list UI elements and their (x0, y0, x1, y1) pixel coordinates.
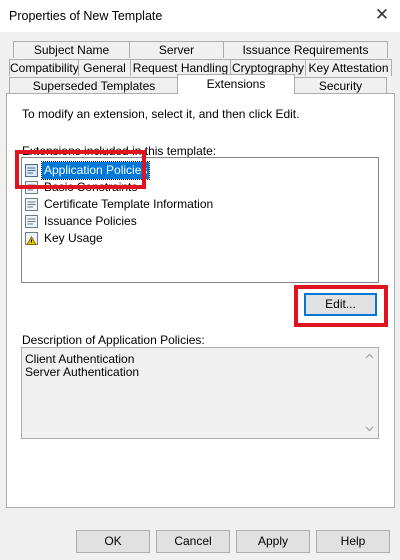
tab-subject-name[interactable]: Subject Name (13, 41, 130, 58)
list-item-label: Key Usage (44, 231, 103, 245)
ok-button[interactable]: OK (76, 530, 150, 553)
highlight-box-edit (294, 285, 388, 327)
tab-security[interactable]: Security (294, 77, 387, 94)
description-line: Client Authentication (25, 352, 135, 366)
cancel-button[interactable]: Cancel (156, 530, 230, 553)
close-icon[interactable]: ✕ (364, 0, 400, 32)
tab-general[interactable]: General (78, 59, 131, 76)
description-box: Client Authentication Server Authenticat… (21, 347, 379, 439)
apply-button[interactable]: Apply (236, 530, 310, 553)
highlight-box-extension (15, 150, 146, 189)
certificate-icon (25, 198, 38, 211)
scroll-up-icon[interactable] (365, 353, 374, 359)
list-item-label: Issuance Policies (44, 214, 137, 228)
description-scrollbar[interactable] (361, 348, 378, 438)
description-label: Description of Application Policies: (22, 333, 205, 347)
help-button[interactable]: Help (316, 530, 390, 553)
tab-issuance-requirements[interactable]: Issuance Requirements (223, 41, 388, 58)
tab-key-attestation[interactable]: Key Attestation (305, 59, 392, 76)
warning-certificate-icon (25, 232, 38, 245)
instruction-text: To modify an extension, select it, and t… (22, 107, 300, 121)
apply-button-label: Apply (257, 534, 289, 548)
help-button-label: Help (340, 534, 366, 548)
tab-server[interactable]: Server (129, 41, 224, 58)
title-bar: Properties of New Template ✕ (0, 0, 400, 32)
list-item-label: Certificate Template Information (44, 197, 214, 211)
certificate-icon (25, 215, 38, 228)
tab-superseded-templates[interactable]: Superseded Templates (9, 77, 179, 94)
tab-compatibility[interactable]: Compatibility (9, 59, 79, 76)
cancel-button-label: Cancel (174, 534, 212, 548)
description-line: Server Authentication (25, 365, 140, 379)
ok-button-label: OK (104, 534, 122, 548)
tab-extensions[interactable]: Extensions (177, 74, 295, 94)
window-title: Properties of New Template (9, 9, 163, 23)
scroll-down-icon[interactable] (365, 426, 374, 432)
